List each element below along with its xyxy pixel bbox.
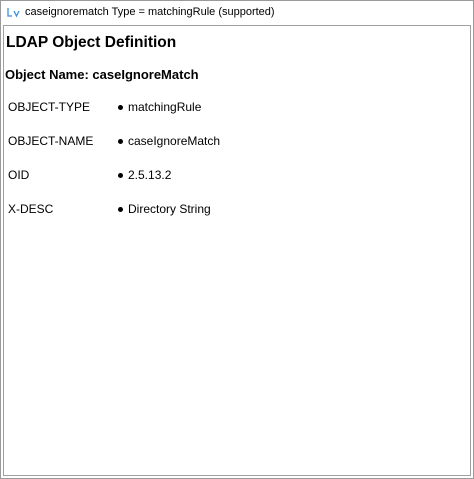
bullet-icon [118,172,123,178]
attribute-value-text: Directory String [128,202,211,216]
attribute-value-oid: 2.5.13.2 [118,168,171,182]
page-heading: LDAP Object Definition [6,34,177,51]
attribute-value-object-name: caseIgnoreMatch [118,134,220,148]
attribute-value-text: 2.5.13.2 [128,168,172,182]
bullet-icon [118,206,123,212]
attribute-value-x-desc: Directory String [118,202,211,216]
attribute-value-text: matchingRule [128,100,202,114]
attribute-label-object-name: OBJECT-NAME [8,134,94,148]
window-title: caseignorematch Type = matchingRule (sup… [25,6,275,18]
ldap-viewer-icon [7,6,21,18]
title-bar[interactable]: caseignorematch Type = matchingRule (sup… [1,1,473,23]
attribute-value-text: caseIgnoreMatch [128,134,221,148]
object-name-heading: Object Name: caseIgnoreMatch [5,67,199,82]
bullet-icon [118,138,123,144]
app-window: caseignorematch Type = matchingRule (sup… [0,0,474,479]
bullet-icon [118,104,123,110]
attribute-label-oid: OID [8,168,30,182]
content-pane[interactable] [3,25,471,476]
attribute-value-object-type: matchingRule [118,100,201,114]
attribute-label-x-desc: X-DESC [8,202,54,216]
attribute-label-object-type: OBJECT-TYPE [8,100,91,114]
